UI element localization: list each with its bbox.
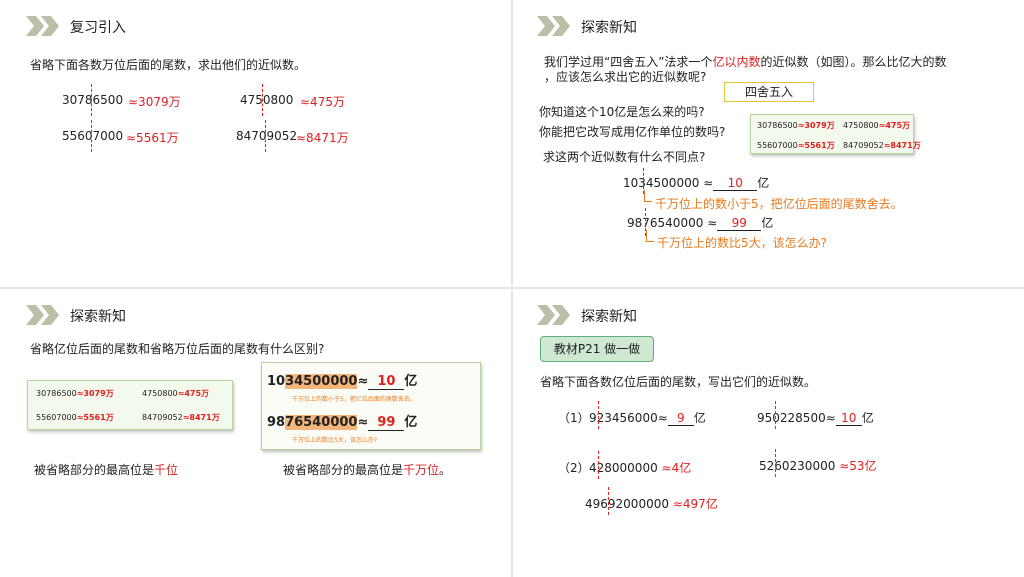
example-thumbnail: 1034500000≈ 10 亿 千万位上的数小于5，把亿位后面的尾数舍去。 987… xyxy=(261,362,481,450)
split-line xyxy=(608,487,609,515)
item-2b: 5260230000 ≈53亿 xyxy=(759,459,877,473)
example-1: 1034500000 ≈10 亿 xyxy=(623,176,770,191)
textbook-badge: 教材P21 做一做 xyxy=(540,336,654,362)
slide-title: 探索新知 xyxy=(581,20,637,36)
approx-value: ≈8471万 xyxy=(296,131,349,145)
approx-value: ≈3079万 xyxy=(128,95,181,109)
double-chevron-icon xyxy=(26,16,59,36)
question-2: 你能把它改写成用亿作单位的数吗? xyxy=(539,125,726,139)
number-55607000: 55607000 xyxy=(62,129,124,143)
number-4750800: 4750800 xyxy=(240,93,294,107)
note-arrow xyxy=(646,230,654,242)
note-arrow xyxy=(644,190,652,202)
note-1: 千万位上的数小于5，把亿位后面的尾数舍去。 xyxy=(655,197,903,211)
item-2c: 49692000000 ≈497亿 xyxy=(585,497,718,511)
split-line xyxy=(265,120,266,152)
question-1: 你知道这个10亿是怎么来的吗? xyxy=(539,105,705,119)
caption-1: 被省略部分的最高位是千位 xyxy=(34,463,179,477)
note-2: 千万位上的数比5大，该怎么办? xyxy=(657,236,828,250)
item-label-2: （2） xyxy=(558,461,590,475)
item-1a: 923456000≈ 9 亿 xyxy=(589,411,706,426)
reference-thumbnail: 30786500≈3079万 4750800≈475万 55607000≈556… xyxy=(27,380,233,430)
reference-thumbnail: 30786500≈3079万 4750800≈475万 55607000≈556… xyxy=(750,114,921,154)
approx-value: ≈475万 xyxy=(300,95,345,109)
slide-title: 复习引入 xyxy=(70,20,126,36)
approx-value: ≈5561万 xyxy=(126,131,179,145)
question-3: 求这两个近似数有什么不同点? xyxy=(543,150,706,164)
split-line xyxy=(598,401,599,429)
intro-text-line2: ，应该怎么求出它的近似数呢? xyxy=(544,70,707,84)
slide-explore-2: 探索新知 省略亿位后面的尾数和省略万位后面的尾数有什么区别? 30786500≈… xyxy=(0,289,511,577)
slide-title: 探索新知 xyxy=(581,309,637,325)
split-line xyxy=(262,84,263,116)
item-2a: 428000000 ≈4亿 xyxy=(589,461,692,475)
split-line xyxy=(598,451,599,479)
split-line xyxy=(775,401,776,429)
caption-2: 被省略部分的最高位是千万位。 xyxy=(283,463,452,477)
number-30786500: 30786500 xyxy=(62,93,124,107)
number-84709052: 84709052 xyxy=(236,129,298,143)
double-chevron-icon xyxy=(537,16,570,36)
question-text: 省略下面各数万位后面的尾数，求出他们的近似数。 xyxy=(30,58,307,72)
split-line xyxy=(775,449,776,477)
slide-title: 探索新知 xyxy=(70,309,126,325)
split-line xyxy=(91,120,92,152)
split-line xyxy=(91,84,92,116)
slide-review-intro: 复习引入 省略下面各数万位后面的尾数，求出他们的近似数。 30786500 ≈3… xyxy=(0,0,511,287)
example-2: 9876540000 ≈99 亿 xyxy=(627,216,774,231)
slide-explore-3: 探索新知 教材P21 做一做 省略下面各数亿位后面的尾数，写出它们的近似数。 （… xyxy=(513,289,1024,577)
rule-box: 四舍五入 xyxy=(724,82,814,102)
double-chevron-icon xyxy=(26,305,59,325)
question-text: 省略亿位后面的尾数和省略万位后面的尾数有什么区别? xyxy=(30,342,325,356)
question-text: 省略下面各数亿位后面的尾数，写出它们的近似数。 xyxy=(540,375,817,389)
item-label-1: （1） xyxy=(558,411,590,425)
slide-explore-1: 探索新知 我们学过用“四舍五入”法求一个亿以内数的近似数（如图）。那么比亿大的数… xyxy=(513,0,1024,287)
double-chevron-icon xyxy=(537,305,570,325)
